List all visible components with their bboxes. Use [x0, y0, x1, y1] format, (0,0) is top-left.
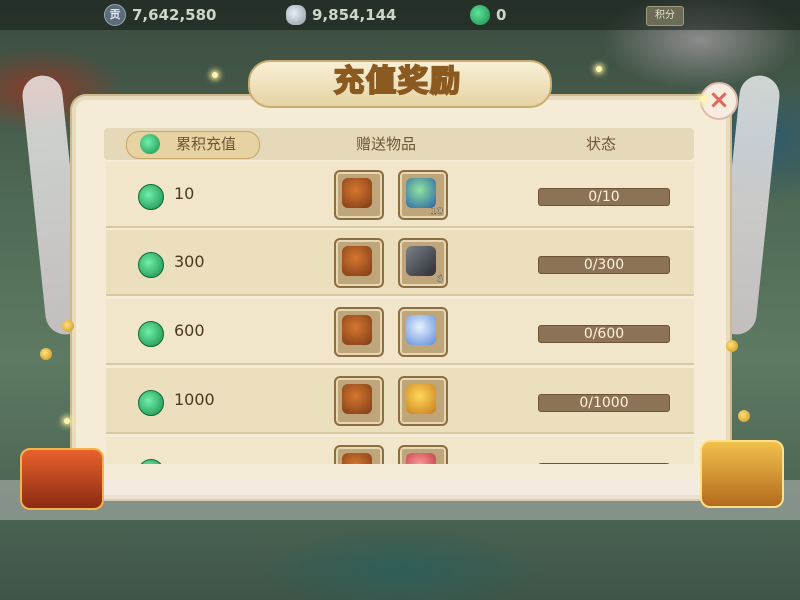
reward-row: [106, 437, 694, 464]
reward-amount: 1000: [174, 390, 215, 409]
reward-amount: 600: [174, 321, 205, 340]
reward-item-slot[interactable]: [334, 170, 384, 220]
close-button[interactable]: ×: [700, 82, 738, 120]
gold-coin-icon: [40, 348, 52, 360]
score-button[interactable]: 积分: [646, 6, 684, 26]
gold-coin-icon: [726, 340, 738, 352]
jade-icon: [138, 390, 164, 416]
reward-amount: 300: [174, 252, 205, 271]
jade-value: 0: [496, 6, 507, 24]
reward-row: 300 6 0/300: [106, 230, 694, 296]
silver-resource: 9,854,144: [286, 4, 396, 26]
reward-item-slot[interactable]: [398, 376, 448, 426]
resource-bar: 贡 7,642,580 9,854,144 0 积分: [0, 0, 800, 30]
progress-status: 0/300: [538, 256, 670, 274]
reward-item-slot[interactable]: [334, 307, 384, 357]
jade-icon: [470, 5, 490, 25]
treasure-chest-icon: [700, 440, 784, 508]
progress-status: 0/1000: [538, 394, 670, 412]
row-divider: [106, 294, 694, 296]
gold-coin-icon: [62, 320, 74, 332]
silver-value: 9,854,144: [312, 6, 397, 24]
jade-icon: [138, 252, 164, 278]
reward-amount: 10: [174, 184, 195, 203]
herb-vase-icon: [406, 178, 436, 208]
bottom-ribbon: [0, 480, 800, 520]
sparkle-icon: [596, 66, 602, 72]
reward-item-slot[interactable]: 10: [398, 170, 448, 220]
reward-item-slot[interactable]: [334, 445, 384, 464]
dark-blade-icon: [406, 246, 436, 276]
item-count: 10: [430, 206, 443, 217]
progress-status: [538, 463, 670, 464]
close-icon: ×: [708, 85, 730, 115]
row-divider: [106, 226, 694, 228]
tribute-coin-icon: 贡: [104, 4, 126, 26]
reward-row: 1000 0/1000: [106, 368, 694, 434]
jade-icon: [138, 459, 164, 464]
header-gift-items: 赠送物品: [356, 135, 417, 153]
jade-icon: [138, 184, 164, 210]
dialog-title: 充值奖励: [333, 63, 462, 100]
progress-status: 0/10: [538, 188, 670, 206]
jade-resource: 0: [470, 4, 506, 26]
treasure-bag-icon: [342, 315, 372, 345]
sparkle-icon: [700, 96, 706, 102]
gold-pouch-icon: [406, 384, 436, 414]
tribute-resource: 贡 7,642,580: [104, 4, 216, 26]
treasure-bag-icon: [342, 178, 372, 208]
reward-item-slot[interactable]: [398, 307, 448, 357]
reward-row: 600 0/600: [106, 299, 694, 365]
crystal-orb-icon: [406, 315, 436, 345]
red-pouch-icon: [406, 453, 436, 464]
jade-icon: [140, 134, 160, 154]
reward-list[interactable]: 10 10 0/10 300 6 0/300 600 0/600 1000 0/…: [106, 162, 694, 464]
treasure-bag-icon: [342, 384, 372, 414]
item-count: 6: [436, 274, 443, 285]
treasure-chest-icon: [20, 448, 104, 510]
reward-item-slot[interactable]: [334, 238, 384, 288]
reward-item-slot[interactable]: [334, 376, 384, 426]
sparkle-icon: [212, 72, 218, 78]
header-status: 状态: [586, 135, 617, 153]
row-divider: [106, 363, 694, 365]
reward-row: 10 10 0/10: [106, 162, 694, 228]
tribute-value: 7,642,580: [132, 6, 217, 24]
treasure-bag-icon: [342, 453, 372, 464]
treasure-bag-icon: [342, 246, 372, 276]
row-divider: [106, 432, 694, 434]
reward-item-slot[interactable]: [398, 445, 448, 464]
reward-item-slot[interactable]: 6: [398, 238, 448, 288]
gold-coin-icon: [738, 410, 750, 422]
jade-icon: [138, 321, 164, 347]
sparkle-icon: [64, 418, 70, 424]
silver-ingot-icon: [286, 5, 306, 25]
progress-status: 0/600: [538, 325, 670, 343]
header-cumulative: 累积充值: [176, 135, 237, 153]
